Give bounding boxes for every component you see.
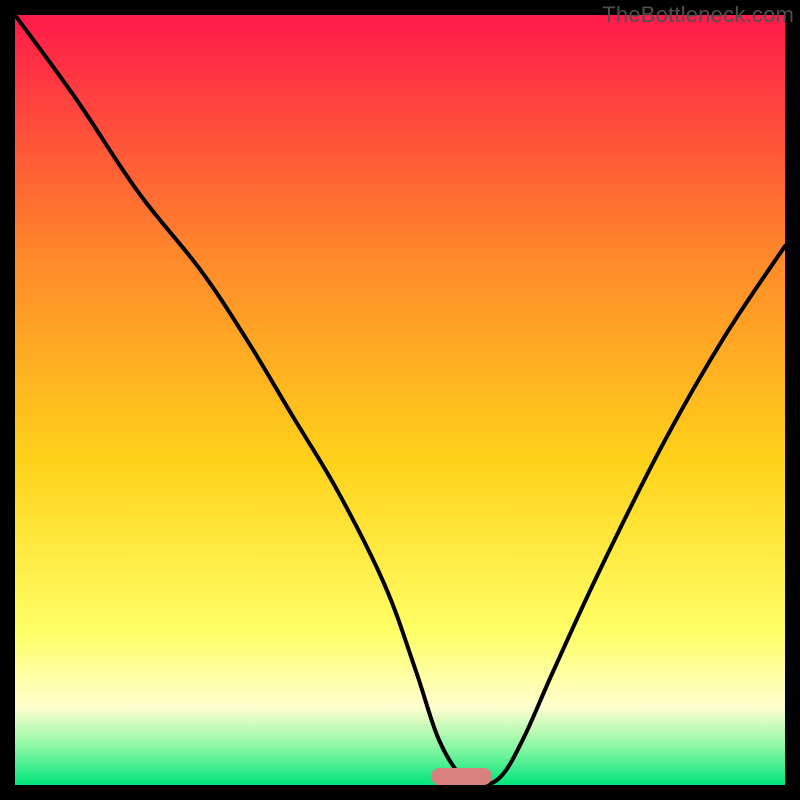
chart-frame <box>15 15 785 785</box>
curve-path <box>15 15 785 785</box>
bottleneck-curve <box>15 15 785 785</box>
optimal-marker <box>431 768 493 785</box>
watermark-text: TheBottleneck.com <box>602 2 794 28</box>
